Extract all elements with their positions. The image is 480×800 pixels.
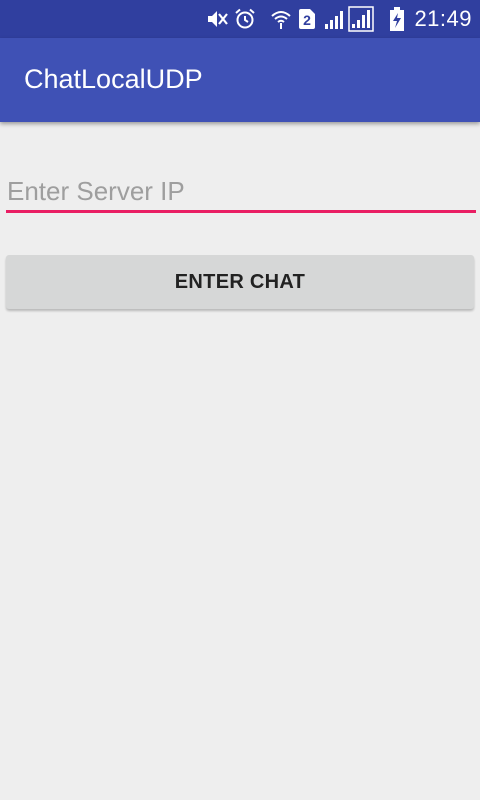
- app-bar: ChatLocalUDP: [0, 38, 480, 122]
- status-icons: 2 21:49: [200, 0, 472, 38]
- status-bar: 2 21:49: [0, 0, 480, 38]
- mute-icon: [206, 9, 229, 29]
- app-title: ChatLocalUDP: [24, 64, 203, 94]
- server-ip-input[interactable]: [6, 172, 476, 213]
- enter-chat-button[interactable]: ENTER CHAT: [6, 255, 474, 309]
- signal-icon-2: [348, 6, 375, 32]
- battery-charging-icon: [390, 7, 405, 31]
- alarm-icon: [234, 8, 256, 30]
- wifi-icon: [270, 8, 292, 30]
- status-time: 21:49: [414, 6, 472, 31]
- sim2-icon: 2: [298, 8, 316, 30]
- signal-icon: [324, 8, 346, 30]
- sim-badge-label: 2: [304, 12, 312, 28]
